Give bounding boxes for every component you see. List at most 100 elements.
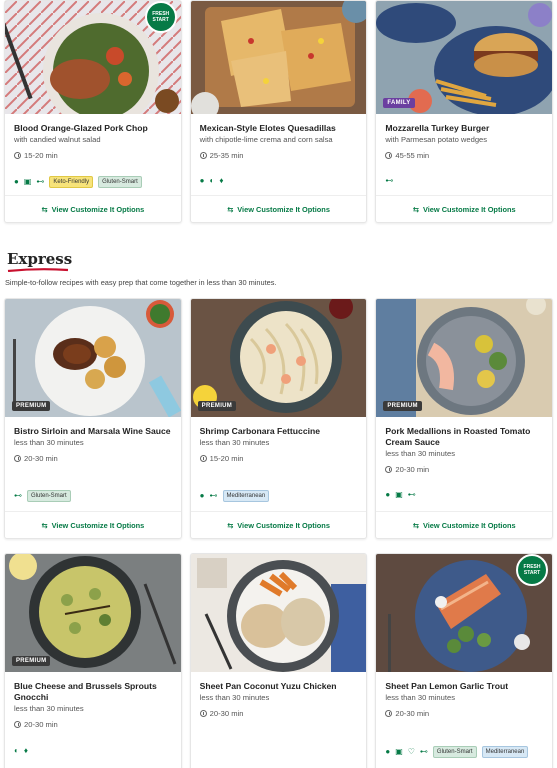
recipe-title[interactable]: Mexican-Style Elotes Quesadillas xyxy=(200,123,358,134)
recipe-title[interactable]: Blood Orange-Glazed Pork Chop xyxy=(14,123,172,134)
customize-options-button[interactable]: ⇆ View Customize It Options xyxy=(5,511,181,538)
recipe-card[interactable]: Mexican-Style Elotes Quesadillas with ch… xyxy=(189,0,368,223)
recipe-image[interactable]: PREMIUM xyxy=(5,299,181,417)
recipe-title[interactable]: Sheet Pan Coconut Yuzu Chicken xyxy=(200,681,358,692)
prep-time: 20-30 min xyxy=(385,709,543,718)
family-badge: FAMILY xyxy=(383,98,415,108)
tag-gluten-smart: Gluten-Smart xyxy=(27,490,71,502)
apple-icon: ● xyxy=(199,176,205,185)
prep-time-value: 20-30 min xyxy=(24,454,58,463)
recipe-card[interactable]: PREMIUM Pork Medallions in Roasted Tomat… xyxy=(375,298,554,539)
recipe-title[interactable]: Blue Cheese and Brussels Sprouts Gnocchi xyxy=(14,681,172,703)
recipe-tags: ● ▣ ⊷ Keto-Friendly Gluten-Smart xyxy=(14,176,142,188)
recipe-image[interactable]: PREMIUM xyxy=(376,299,553,417)
customize-options-button[interactable]: ⇆ View Customize It Options xyxy=(190,195,367,222)
swap-icon: ⇆ xyxy=(412,520,419,530)
clock-icon xyxy=(14,455,21,462)
tag-gluten-smart: Gluten-Smart xyxy=(98,176,142,188)
recipe-card[interactable]: PREMIUM Bistro Sirloin and Marsala Wine … xyxy=(4,298,182,539)
prep-time-value: 25-35 min xyxy=(209,151,244,160)
section-description: Simple-to-follow recipes with easy prep … xyxy=(5,278,277,287)
recipe-grid-row-3: PREMIUM Blue Cheese and Brussels Sprouts… xyxy=(4,553,554,768)
customize-options-label: View Customize It Options xyxy=(422,520,516,530)
dumbbell-icon: ⊷ xyxy=(419,747,428,756)
swap-icon: ⇆ xyxy=(227,204,234,214)
prep-time-value: 15-20 min xyxy=(209,454,244,463)
recipe-tags: ● ◐ ♦ xyxy=(200,176,224,186)
heart-icon: ♡ xyxy=(407,747,415,756)
recipe-grid-row-2: PREMIUM Bistro Sirloin and Marsala Wine … xyxy=(4,298,554,539)
leaf-icon: ♦ xyxy=(219,176,224,185)
recipe-title[interactable]: Mozzarella Turkey Burger xyxy=(385,123,543,134)
dumbbell-icon: ⊷ xyxy=(36,177,45,186)
recipe-card[interactable]: Sheet Pan Coconut Yuzu Chicken less than… xyxy=(189,553,368,768)
recipe-card[interactable]: FRESH START Blood Orange-Glazed Pork Cho… xyxy=(4,0,182,223)
dumbbell-icon: ⊷ xyxy=(407,490,416,499)
recipe-menu-page: FRESH START Blood Orange-Glazed Pork Cho… xyxy=(0,0,557,768)
dumbbell-icon: ⊷ xyxy=(209,491,218,500)
swap-icon: ⇆ xyxy=(41,204,48,214)
customize-options-label: View Customize It Options xyxy=(51,204,145,214)
premium-badge: PREMIUM xyxy=(197,401,237,411)
clock-icon xyxy=(385,710,393,717)
swap-icon: ⇆ xyxy=(227,520,234,530)
customize-options-button[interactable]: ⇆ View Customize It Options xyxy=(376,511,553,538)
prep-time: 20-30 min xyxy=(14,454,172,463)
recipe-image[interactable]: PREMIUM xyxy=(5,554,181,672)
prep-time-value: 20-30 min xyxy=(395,709,430,718)
recipe-image[interactable] xyxy=(190,1,367,114)
recipe-tags: ⊷ xyxy=(385,176,393,186)
recipe-card[interactable]: FRESH START Sheet Pan Lemon Garlic Trout… xyxy=(375,553,554,768)
recipe-subtitle: with chipotle-lime crema and corn salsa xyxy=(199,135,333,144)
recipe-subtitle: less than 30 minutes xyxy=(385,693,455,702)
tag-mediterranean: Mediterranean xyxy=(481,746,529,758)
clock-icon xyxy=(199,455,207,462)
clock-icon xyxy=(199,710,207,717)
recipe-subtitle: with Parmesan potato wedges xyxy=(385,135,488,144)
premium-badge: PREMIUM xyxy=(12,656,51,666)
recipe-card[interactable]: PREMIUM Blue Cheese and Brussels Sprouts… xyxy=(4,553,182,768)
customize-options-button[interactable]: ⇆ View Customize It Options xyxy=(5,195,181,222)
recipe-image[interactable]: FRESH START xyxy=(5,1,181,114)
customize-options-button[interactable]: ⇆ View Customize It Options xyxy=(376,195,553,222)
dumbbell-icon: ⊷ xyxy=(14,491,22,500)
recipe-title[interactable]: Bistro Sirloin and Marsala Wine Sauce xyxy=(14,426,172,437)
recipe-image[interactable]: PREMIUM xyxy=(190,299,367,417)
recipe-title[interactable]: Shrimp Carbonara Fettuccine xyxy=(200,426,358,437)
recipe-card[interactable]: FAMILY Mozzarella Turkey Burger with Par… xyxy=(375,0,554,223)
prep-time-value: 45-55 min xyxy=(395,151,430,160)
prep-time: 20-30 min xyxy=(199,709,358,718)
leaf-icon: ♦ xyxy=(23,746,28,755)
customize-options-label: View Customize It Options xyxy=(51,520,145,530)
section-title-underline xyxy=(7,268,69,272)
recipe-image[interactable] xyxy=(190,554,367,672)
clock-icon xyxy=(385,152,393,159)
recipe-image[interactable]: FAMILY xyxy=(376,1,553,114)
tag-keto-friendly: Keto-Friendly xyxy=(49,176,94,188)
prep-time: 15-20 min xyxy=(199,454,358,463)
customize-options-label: View Customize It Options xyxy=(237,520,330,530)
clock-icon xyxy=(385,466,393,473)
swap-icon: ⇆ xyxy=(41,520,48,530)
pepper-icon: ◐ xyxy=(209,176,215,185)
recipe-title[interactable]: Sheet Pan Lemon Garlic Trout xyxy=(385,681,543,692)
customize-options-button[interactable]: ⇆ View Customize It Options xyxy=(190,511,367,538)
prep-time: 20-30 min xyxy=(14,720,172,729)
recipe-subtitle: less than 30 minutes xyxy=(199,438,270,447)
pepper-icon: ◐ xyxy=(14,746,19,755)
fresh-start-badge: FRESH START xyxy=(144,1,177,33)
recipe-card[interactable]: PREMIUM Shrimp Carbonara Fettuccine less… xyxy=(189,298,368,539)
apple-icon: ● xyxy=(14,177,19,186)
prep-time: 20-30 min xyxy=(385,465,543,474)
prep-time: 15-20 min xyxy=(14,151,172,160)
scale-icon: ▣ xyxy=(395,747,403,756)
customize-options-label: View Customize It Options xyxy=(422,204,516,214)
section-title: Express xyxy=(7,250,73,268)
scale-icon: ▣ xyxy=(395,490,403,499)
recipe-tags: ⊷ Gluten-Smart xyxy=(14,490,71,502)
recipe-title[interactable]: Pork Medallions in Roasted Tomato Cream … xyxy=(385,426,543,448)
prep-time-value: 20-30 min xyxy=(209,709,244,718)
recipe-grid-row-1: FRESH START Blood Orange-Glazed Pork Cho… xyxy=(4,0,554,223)
recipe-image[interactable]: FRESH START xyxy=(376,554,553,672)
clock-icon xyxy=(14,152,21,159)
